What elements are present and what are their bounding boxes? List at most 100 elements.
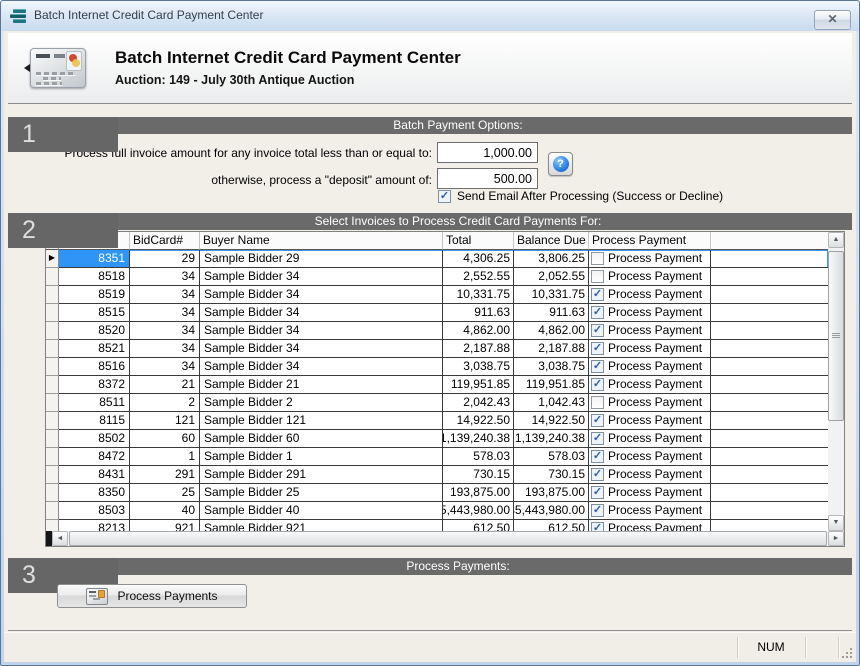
process-payment-checkbox[interactable] <box>591 396 604 409</box>
cell-bidcard[interactable]: 34 <box>130 358 200 376</box>
cell-invoice[interactable]: 8350 <box>59 484 130 502</box>
cell-buyer[interactable]: Sample Bidder 34 <box>200 358 443 376</box>
cell-buyer[interactable]: Sample Bidder 60 <box>200 430 443 448</box>
scroll-right-button[interactable]: ► <box>828 531 844 546</box>
cell-balance[interactable]: 119,951.85 <box>514 376 589 394</box>
table-row[interactable]: 850260Sample Bidder 601,139,240.381,139,… <box>46 430 828 448</box>
table-row[interactable]: 8431291Sample Bidder 291730.15730.15✓Pro… <box>46 466 828 484</box>
row-selector[interactable] <box>46 394 59 412</box>
cell-buyer[interactable]: Sample Bidder 40 <box>200 502 443 520</box>
process-payment-checkbox[interactable]: ✓ <box>591 342 604 355</box>
column-header-balance[interactable]: Balance Due <box>514 232 589 250</box>
table-row[interactable]: 851934Sample Bidder 3410,331.7510,331.75… <box>46 286 828 304</box>
table-row[interactable]: 85112Sample Bidder 22,042.431,042.43Proc… <box>46 394 828 412</box>
row-selector[interactable]: ▶ <box>46 250 59 268</box>
cell-balance[interactable]: 85,443,980.00 <box>514 502 589 520</box>
cell-total[interactable]: 119,951.85 <box>443 376 514 394</box>
close-button[interactable]: ✕ <box>814 10 851 30</box>
cell-bidcard[interactable]: 2 <box>130 394 200 412</box>
cell-bidcard[interactable]: 34 <box>130 268 200 286</box>
column-header-total[interactable]: Total <box>443 232 514 250</box>
row-selector[interactable] <box>46 286 59 304</box>
cell-bidcard[interactable]: 291 <box>130 466 200 484</box>
table-row[interactable]: 851834Sample Bidder 342,552.552,052.55Pr… <box>46 268 828 286</box>
cell-balance[interactable]: 612.50 <box>514 520 589 531</box>
row-selector[interactable] <box>46 340 59 358</box>
cell-balance[interactable]: 911.63 <box>514 304 589 322</box>
cell-invoice[interactable]: 8515 <box>59 304 130 322</box>
resize-grip[interactable] <box>850 656 852 658</box>
cell-invoice[interactable]: 8351 <box>59 250 130 268</box>
cell-total[interactable]: 85,443,980.00 <box>443 502 514 520</box>
scroll-left-button[interactable]: ◄ <box>52 531 68 546</box>
process-payment-checkbox[interactable]: ✓ <box>591 360 604 373</box>
cell-balance[interactable]: 14,922.50 <box>514 412 589 430</box>
table-row[interactable]: 84721Sample Bidder 1578.03578.03✓Process… <box>46 448 828 466</box>
cell-invoice[interactable]: 8213 <box>59 520 130 531</box>
cell-balance[interactable]: 1,042.43 <box>514 394 589 412</box>
process-payment-checkbox[interactable]: ✓ <box>591 324 604 337</box>
cell-bidcard[interactable]: 40 <box>130 502 200 520</box>
cell-bidcard[interactable]: 121 <box>130 412 200 430</box>
table-row[interactable]: 852034Sample Bidder 344,862.004,862.00✓P… <box>46 322 828 340</box>
row-selector[interactable] <box>46 322 59 340</box>
process-payment-checkbox[interactable]: ✓ <box>591 504 604 517</box>
row-selector[interactable] <box>46 502 59 520</box>
cell-total[interactable]: 578.03 <box>443 448 514 466</box>
cell-balance[interactable]: 730.15 <box>514 466 589 484</box>
cell-buyer[interactable]: Sample Bidder 1 <box>200 448 443 466</box>
full-amount-input[interactable] <box>437 142 538 163</box>
process-payment-checkbox[interactable]: ✓ <box>591 432 604 445</box>
row-selector[interactable] <box>46 484 59 502</box>
cell-invoice[interactable]: 8520 <box>59 322 130 340</box>
cell-balance[interactable]: 3,038.75 <box>514 358 589 376</box>
cell-bidcard[interactable]: 1 <box>130 448 200 466</box>
cell-bidcard[interactable]: 21 <box>130 376 200 394</box>
process-payment-checkbox[interactable]: ✓ <box>591 450 604 463</box>
cell-total[interactable]: 1,139,240.38 <box>443 430 514 448</box>
cell-total[interactable]: 193,875.00 <box>443 484 514 502</box>
table-row[interactable]: ▶835129Sample Bidder 294,306.253,806.25P… <box>46 250 828 268</box>
cell-invoice[interactable]: 8519 <box>59 286 130 304</box>
cell-invoice[interactable]: 8431 <box>59 466 130 484</box>
cell-bidcard[interactable]: 60 <box>130 430 200 448</box>
cell-buyer[interactable]: Sample Bidder 121 <box>200 412 443 430</box>
process-payment-checkbox[interactable]: ✓ <box>591 306 604 319</box>
cell-invoice[interactable]: 8502 <box>59 430 130 448</box>
cell-invoice[interactable]: 8503 <box>59 502 130 520</box>
cell-buyer[interactable]: Sample Bidder 25 <box>200 484 443 502</box>
process-payment-checkbox[interactable]: ✓ <box>591 288 604 301</box>
cell-total[interactable]: 730.15 <box>443 466 514 484</box>
horizontal-scroll-thumb[interactable] <box>69 531 827 546</box>
cell-bidcard[interactable]: 34 <box>130 340 200 358</box>
cell-bidcard[interactable]: 34 <box>130 322 200 340</box>
table-row[interactable]: 835025Sample Bidder 25193,875.00193,875.… <box>46 484 828 502</box>
row-selector[interactable] <box>46 304 59 322</box>
cell-bidcard[interactable]: 34 <box>130 304 200 322</box>
cell-invoice[interactable]: 8115 <box>59 412 130 430</box>
row-selector[interactable] <box>46 268 59 286</box>
process-payment-checkbox[interactable]: ✓ <box>591 414 604 427</box>
cell-buyer[interactable]: Sample Bidder 34 <box>200 322 443 340</box>
cell-invoice[interactable]: 8518 <box>59 268 130 286</box>
cell-total[interactable]: 14,922.50 <box>443 412 514 430</box>
horizontal-scrollbar[interactable]: ◄ ► <box>46 531 844 546</box>
process-payment-checkbox[interactable] <box>591 252 604 265</box>
row-selector[interactable] <box>46 520 59 531</box>
row-selector[interactable] <box>46 376 59 394</box>
cell-balance[interactable]: 2,187.88 <box>514 340 589 358</box>
cell-buyer[interactable]: Sample Bidder 34 <box>200 340 443 358</box>
row-selector[interactable] <box>46 430 59 448</box>
cell-balance[interactable]: 193,875.00 <box>514 484 589 502</box>
cell-balance[interactable]: 578.03 <box>514 448 589 466</box>
cell-buyer[interactable]: Sample Bidder 34 <box>200 304 443 322</box>
cell-total[interactable]: 2,552.55 <box>443 268 514 286</box>
column-header-bidcard[interactable]: BidCard# <box>130 232 200 250</box>
cell-total[interactable]: 4,862.00 <box>443 322 514 340</box>
table-row[interactable]: 850340Sample Bidder 4085,443,980.0085,44… <box>46 502 828 520</box>
process-payments-button[interactable]: Process Payments <box>57 584 247 608</box>
table-row[interactable]: 8115121Sample Bidder 12114,922.5014,922.… <box>46 412 828 430</box>
cell-buyer[interactable]: Sample Bidder 29 <box>200 250 443 268</box>
cell-invoice[interactable]: 8511 <box>59 394 130 412</box>
cell-total[interactable]: 3,038.75 <box>443 358 514 376</box>
